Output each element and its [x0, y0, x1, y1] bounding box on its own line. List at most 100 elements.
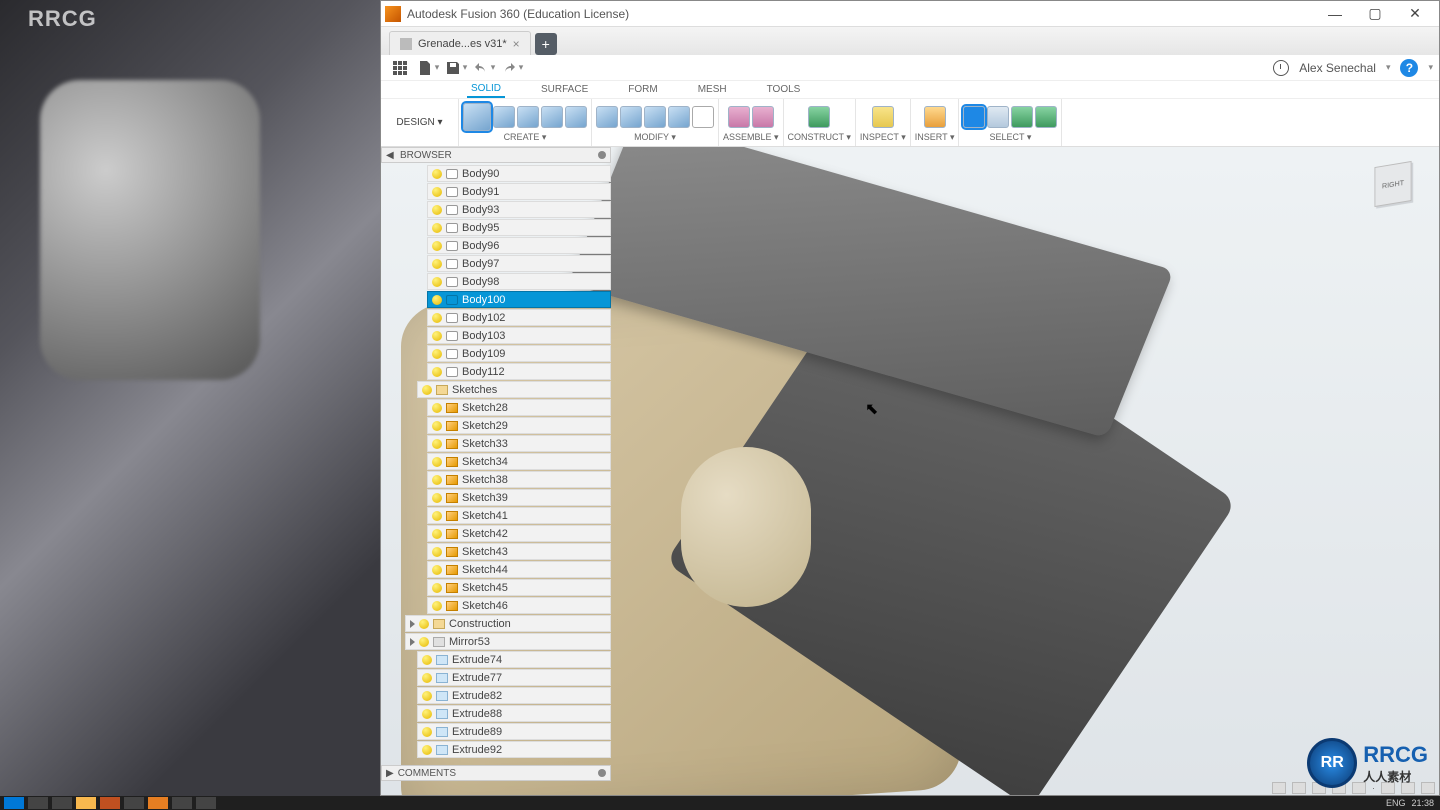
- redo-button[interactable]: [499, 57, 525, 79]
- look-at-icon[interactable]: [1292, 782, 1306, 794]
- visibility-bulb-icon[interactable]: [432, 169, 442, 179]
- browser-options-icon[interactable]: [598, 151, 606, 159]
- hole-icon[interactable]: [565, 106, 587, 128]
- view-cube-face[interactable]: RIGHT: [1374, 161, 1411, 207]
- task-view-icon[interactable]: [52, 797, 72, 809]
- tree-node[interactable]: Extrude74: [417, 651, 611, 668]
- insert-icon[interactable]: [924, 106, 946, 128]
- visibility-bulb-icon[interactable]: [432, 259, 442, 269]
- visibility-bulb-icon[interactable]: [432, 349, 442, 359]
- tree-node[interactable]: Extrude77: [417, 669, 611, 686]
- tree-node[interactable]: Extrude89: [417, 723, 611, 740]
- save-button[interactable]: [443, 57, 469, 79]
- tree-node[interactable]: Sketch29: [427, 417, 611, 434]
- tree-node[interactable]: Body103: [427, 327, 611, 344]
- tab-form[interactable]: FORM: [624, 82, 661, 97]
- view-cube[interactable]: RIGHT: [1363, 155, 1423, 215]
- visibility-bulb-icon[interactable]: [432, 223, 442, 233]
- visibility-bulb-icon[interactable]: [432, 205, 442, 215]
- minimize-button[interactable]: —: [1315, 2, 1355, 26]
- tree-node[interactable]: Extrude82: [417, 687, 611, 704]
- tree-node[interactable]: Sketch33: [427, 435, 611, 452]
- visibility-bulb-icon[interactable]: [432, 187, 442, 197]
- tree-node[interactable]: Sketch34: [427, 453, 611, 470]
- shell-icon[interactable]: [644, 106, 666, 128]
- tab-solid[interactable]: SOLID: [467, 81, 505, 98]
- visibility-bulb-icon[interactable]: [422, 385, 432, 395]
- visibility-bulb-icon[interactable]: [432, 295, 442, 305]
- tree-node[interactable]: Extrude92: [417, 741, 611, 758]
- visibility-bulb-icon[interactable]: [432, 475, 442, 485]
- tree-node[interactable]: Body93: [427, 201, 611, 218]
- visibility-bulb-icon[interactable]: [422, 673, 432, 683]
- tree-node[interactable]: Body90: [427, 165, 611, 182]
- app-icon-1[interactable]: [100, 797, 120, 809]
- tree-node[interactable]: Body102: [427, 309, 611, 326]
- as-built-joint-icon[interactable]: [752, 106, 774, 128]
- tree-node[interactable]: Sketch28: [427, 399, 611, 416]
- visibility-bulb-icon[interactable]: [419, 637, 429, 647]
- tree-node[interactable]: Body95: [427, 219, 611, 236]
- tree-node[interactable]: Body98: [427, 273, 611, 290]
- visibility-bulb-icon[interactable]: [432, 601, 442, 611]
- app-icon-3[interactable]: [148, 797, 168, 809]
- visibility-bulb-icon[interactable]: [432, 493, 442, 503]
- tree-node[interactable]: Sketch44: [427, 561, 611, 578]
- joint-icon[interactable]: [728, 106, 750, 128]
- maximize-button[interactable]: ▢: [1355, 2, 1395, 26]
- tree-node[interactable]: Sketch38: [427, 471, 611, 488]
- tab-mesh[interactable]: MESH: [694, 82, 731, 97]
- tree-node[interactable]: Body100: [427, 291, 611, 308]
- tab-tools[interactable]: TOOLS: [763, 82, 805, 97]
- visibility-bulb-icon[interactable]: [432, 565, 442, 575]
- browser-header[interactable]: ◀ BROWSER: [381, 147, 611, 163]
- tree-node[interactable]: Body96: [427, 237, 611, 254]
- undo-button[interactable]: [471, 57, 497, 79]
- new-tab-button[interactable]: +: [535, 33, 557, 55]
- tab-surface[interactable]: SURFACE: [537, 82, 592, 97]
- app-icon-5[interactable]: [196, 797, 216, 809]
- new-sketch-icon[interactable]: [463, 103, 491, 131]
- tree-node[interactable]: Sketches: [417, 381, 611, 398]
- workspace-switcher[interactable]: DESIGN ▾: [381, 99, 459, 146]
- collapse-icon[interactable]: ◀: [386, 150, 396, 161]
- visibility-bulb-icon[interactable]: [432, 511, 442, 521]
- close-tab-button[interactable]: ×: [513, 37, 520, 51]
- tree-node[interactable]: Body91: [427, 183, 611, 200]
- visibility-bulb-icon[interactable]: [432, 583, 442, 593]
- start-button[interactable]: [4, 797, 24, 809]
- select-arrow-icon[interactable]: [963, 106, 985, 128]
- paint-select-icon[interactable]: [1035, 106, 1057, 128]
- search-icon[interactable]: [28, 797, 48, 809]
- app-icon-4[interactable]: [172, 797, 192, 809]
- data-panel-icon[interactable]: [387, 57, 413, 79]
- tree-node[interactable]: Construction: [405, 615, 611, 632]
- visibility-bulb-icon[interactable]: [419, 619, 429, 629]
- move-icon[interactable]: [692, 106, 714, 128]
- visibility-bulb-icon[interactable]: [432, 439, 442, 449]
- comments-panel[interactable]: ▶ COMMENTS: [381, 765, 611, 781]
- job-status-icon[interactable]: [1273, 60, 1289, 76]
- close-window-button[interactable]: ✕: [1395, 2, 1435, 26]
- tree-node[interactable]: Extrude88: [417, 705, 611, 722]
- extrude-icon[interactable]: [517, 106, 539, 128]
- freeform-select-icon[interactable]: [1011, 106, 1033, 128]
- visibility-bulb-icon[interactable]: [432, 367, 442, 377]
- visibility-bulb-icon[interactable]: [422, 709, 432, 719]
- visibility-bulb-icon[interactable]: [422, 745, 432, 755]
- visibility-bulb-icon[interactable]: [432, 313, 442, 323]
- tree-node[interactable]: Sketch42: [427, 525, 611, 542]
- press-pull-icon[interactable]: [596, 106, 618, 128]
- revolve-icon[interactable]: [541, 106, 563, 128]
- tray-lang[interactable]: ENG: [1386, 798, 1406, 808]
- visibility-bulb-icon[interactable]: [422, 691, 432, 701]
- tray-time[interactable]: 21:38: [1411, 798, 1434, 808]
- visibility-bulb-icon[interactable]: [432, 421, 442, 431]
- tree-node[interactable]: Sketch39: [427, 489, 611, 506]
- tree-node[interactable]: Sketch41: [427, 507, 611, 524]
- visibility-bulb-icon[interactable]: [432, 547, 442, 557]
- app-icon-2[interactable]: [124, 797, 144, 809]
- visibility-bulb-icon[interactable]: [422, 727, 432, 737]
- tree-node[interactable]: Body112: [427, 363, 611, 380]
- tree-node[interactable]: Sketch46: [427, 597, 611, 614]
